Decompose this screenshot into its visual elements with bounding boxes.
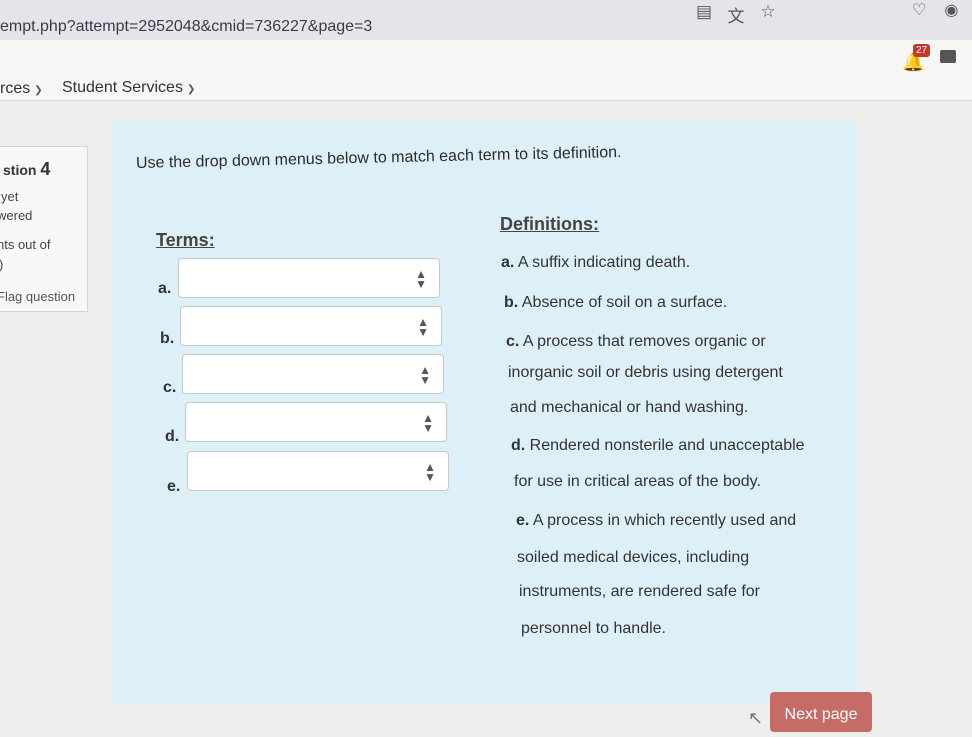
definition-c-line1: A process that removes organic or — [522, 333, 766, 350]
select-arrows-icon: ▲ ▼ — [415, 267, 427, 291]
select-arrows-icon: ▲ ▼ — [424, 460, 436, 484]
nav-student-services-label: Student Services — [62, 79, 183, 96]
translate-icon[interactable]: 文 — [726, 2, 746, 27]
question-info-box: stion 4 yet wered nts out of ) Flag ques… — [0, 146, 88, 312]
term-e-select[interactable]: ▲ ▼ — [187, 451, 449, 491]
definition-b-letter: b. — [504, 294, 519, 311]
term-letter-c: c. — [163, 379, 177, 396]
messages-icon[interactable] — [940, 50, 956, 63]
nav-resources-menu[interactable]: rces ❯ — [0, 80, 43, 98]
flag-question-link[interactable]: Flag question — [0, 289, 75, 304]
points-value: ) — [0, 257, 3, 272]
definition-a-text: A suffix indicating death. — [517, 254, 691, 271]
mouse-cursor-icon: ↖ — [748, 708, 764, 728]
browser-toolbar-icons: ▤ 文 ☆ — [694, 2, 778, 27]
question-number: stion 4 — [3, 159, 50, 180]
term-letter-d: d. — [165, 428, 180, 445]
term-letter-e: e. — [167, 478, 181, 495]
definition-d: d. Rendered nonsterile and unacceptable — [511, 437, 805, 455]
definition-c-line3: and mechanical or hand washing. — [510, 399, 749, 416]
question-label: stion — [3, 162, 37, 178]
term-letter-a: a. — [158, 280, 172, 297]
definition-a-letter: a. — [501, 254, 515, 271]
term-c-select[interactable]: ▲ ▼ — [182, 354, 444, 394]
term-b-select[interactable]: ▲ ▼ — [180, 306, 442, 346]
term-letter-b: b. — [160, 330, 175, 347]
pocket-icon[interactable]: ♡ — [912, 0, 926, 20]
definition-c: c. A process that removes organic or — [506, 333, 766, 351]
browser-right-icons: ♡ ◉ — [912, 0, 958, 20]
definition-b: b. Absence of soil on a surface. — [504, 294, 727, 312]
definition-e-line4: personnel to handle. — [521, 620, 666, 637]
question-number-value: 4 — [40, 159, 51, 179]
definition-e-line1: A process in which recently used and — [532, 512, 797, 529]
definition-d-line1: Rendered nonsterile and unacceptable — [529, 437, 805, 454]
points-line: nts out of — [0, 237, 51, 252]
definition-e-line2: soiled medical devices, including — [517, 549, 750, 566]
nav-resources-label: rces — [0, 80, 31, 97]
definition-d-line2: for use in critical areas of the body. — [514, 473, 761, 490]
status-line-2: wered — [0, 208, 33, 223]
status-line-1: yet — [1, 189, 19, 204]
reader-view-icon[interactable]: ▤ — [694, 2, 714, 27]
url-text[interactable]: empt.php?attempt=2952048&cmid=736227&pag… — [0, 18, 372, 36]
definition-e: e. A process in which recently used and — [516, 512, 796, 530]
browser-address-bar: empt.php?attempt=2952048&cmid=736227&pag… — [0, 0, 972, 41]
terms-header: Terms: — [156, 230, 215, 250]
definition-a: a. A suffix indicating death. — [501, 254, 690, 272]
select-arrows-icon: ▲ ▼ — [422, 411, 434, 435]
definition-e-line3: instruments, are rendered safe for — [519, 583, 761, 600]
definitions-header: Definitions: — [500, 214, 599, 234]
definition-d-letter: d. — [511, 437, 526, 454]
definition-b-text: Absence of soil on a surface. — [521, 294, 728, 311]
next-page-button[interactable]: Next page — [770, 692, 872, 732]
definition-c-letter: c. — [506, 333, 520, 350]
select-arrows-icon: ▲ ▼ — [419, 363, 431, 387]
chevron-down-icon: ❯ — [186, 84, 196, 95]
bookmark-star-icon[interactable]: ☆ — [758, 2, 778, 27]
select-arrows-icon: ▲ ▼ — [417, 315, 429, 339]
nav-student-services-menu[interactable]: Student Services ❯ — [62, 79, 195, 97]
definition-e-letter: e. — [516, 512, 530, 529]
term-a-select[interactable]: ▲ ▼ — [178, 258, 440, 298]
chevron-down-icon: ❯ — [34, 85, 43, 96]
profile-icon[interactable]: ◉ — [944, 0, 958, 20]
term-d-select[interactable]: ▲ ▼ — [185, 402, 447, 442]
notification-count-badge: 27 — [913, 44, 931, 57]
definition-c-line2: inorganic soil or debris using detergent — [508, 364, 783, 381]
